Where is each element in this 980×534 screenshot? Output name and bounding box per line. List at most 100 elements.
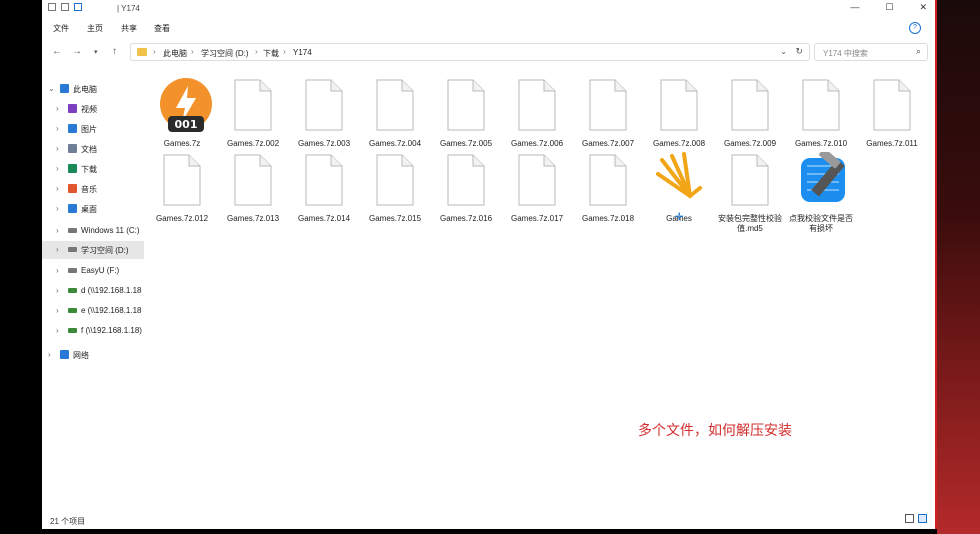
sidebar-item[interactable]: › Windows 11 (C:) xyxy=(42,222,144,240)
file-item[interactable]: Games.7z.011 xyxy=(857,75,927,165)
svg-text:001: 001 xyxy=(175,118,198,131)
chevron-right-icon[interactable]: › xyxy=(56,306,59,315)
file-item[interactable]: Games.7z.013 xyxy=(218,150,288,240)
chevron-down-icon[interactable]: ⌄ xyxy=(48,84,55,93)
chevron-right-icon[interactable]: › xyxy=(56,286,59,295)
chevron-right-icon[interactable]: › xyxy=(56,124,59,133)
sidebar-item-label: 此电脑 xyxy=(73,85,97,94)
drive-icon xyxy=(68,268,77,273)
sidebar-item[interactable]: › e (\\192.168.1.18 xyxy=(42,302,144,320)
breadcrumb-downloads[interactable]: 下载 xyxy=(263,48,279,59)
help-icon[interactable]: ? xyxy=(909,22,921,34)
file-icon xyxy=(588,79,628,131)
sidebar-item[interactable]: › 学习空间 (D:) xyxy=(42,241,144,259)
chevron-right-icon[interactable]: › xyxy=(56,184,59,193)
sidebar-item-label: 网络 xyxy=(73,351,89,360)
sidebar-item[interactable]: › 下载 xyxy=(42,160,144,178)
up-icon[interactable]: ↑ xyxy=(112,46,117,57)
file-item[interactable]: Games.7z.014 xyxy=(289,150,359,240)
menu-home[interactable]: 主页 xyxy=(87,23,103,34)
sidebar-item[interactable]: › f (\\192.168.1.18) xyxy=(42,322,144,340)
view-toggle xyxy=(905,514,927,523)
file-name: Games.7z.018 xyxy=(581,214,635,223)
picture-icon xyxy=(68,124,77,133)
sidebar-item[interactable]: › EasyU (F:) xyxy=(42,262,144,280)
chevron-right-icon[interactable]: › xyxy=(56,204,59,213)
chevron-right-icon[interactable]: › xyxy=(56,144,59,153)
chevron-right-icon[interactable]: › xyxy=(56,245,59,254)
file-icon xyxy=(730,154,770,206)
network-icon xyxy=(60,350,69,359)
file-icon xyxy=(517,154,557,206)
back-icon[interactable]: ← xyxy=(52,46,62,57)
file-name: Games.7z xyxy=(163,139,201,148)
sidebar-item[interactable]: › 文档 xyxy=(42,140,144,158)
file-name: 安装包完整性校验值.md5 xyxy=(718,214,782,233)
file-item[interactable]: Games ✛ xyxy=(644,150,714,240)
desktop-icon xyxy=(68,204,77,213)
breadcrumb-this-pc[interactable]: 此电脑 xyxy=(163,48,187,59)
status-item-count: 21 个项目 xyxy=(50,517,86,526)
file-name: Games.7z.016 xyxy=(439,214,493,223)
chevron-down-icon[interactable]: ⌄ xyxy=(780,47,787,56)
file-item[interactable]: Games.7z.015 xyxy=(360,150,430,240)
search-icon[interactable]: ⌕ xyxy=(916,46,921,57)
chevron-right-icon[interactable]: › xyxy=(56,226,59,235)
file-item[interactable]: 点我校验文件是否有损坏 xyxy=(786,148,856,240)
file-name: Games.7z.009 xyxy=(723,139,777,148)
menu-file[interactable]: 文件 xyxy=(53,23,69,34)
sidebar-item-label: 学习空间 (D:) xyxy=(81,246,129,255)
search-box[interactable]: Y174 中搜索 ⌕ xyxy=(814,43,928,61)
search-input[interactable]: Y174 中搜索 xyxy=(823,48,868,59)
chevron-right-icon[interactable]: › xyxy=(56,266,59,275)
file-item[interactable]: Games.7z.017 xyxy=(502,150,572,240)
file-name: Games.7z.012 xyxy=(155,214,209,223)
sidebar-item[interactable]: ⌄ 此电脑 xyxy=(42,80,144,98)
file-icon xyxy=(233,79,273,131)
sidebar-item[interactable]: › 网络 xyxy=(42,346,144,364)
close-button[interactable]: ✕ xyxy=(919,2,927,13)
chevron-right-icon[interactable]: › xyxy=(56,326,59,335)
sidebar-item-label: d (\\192.168.1.18 xyxy=(81,286,142,295)
menu-view[interactable]: 查看 xyxy=(154,23,170,34)
new-folder-icon[interactable] xyxy=(74,3,82,11)
file-item[interactable]: Games.7z.016 xyxy=(431,150,501,240)
document-icon xyxy=(68,144,77,153)
address-bar[interactable]: › 此电脑 › 学习空间 (D:) › 下载 › Y174 ⌄ ↻ xyxy=(130,43,810,61)
menu-share[interactable]: 共享 xyxy=(121,23,137,34)
mouse-cursor-icon: ✛ xyxy=(675,212,684,223)
file-icon xyxy=(659,79,699,131)
recent-chevron-icon[interactable]: ▾ xyxy=(94,48,98,56)
file-icon xyxy=(304,79,344,131)
drive-icon xyxy=(68,228,77,233)
file-name: Games.7z.013 xyxy=(226,214,280,223)
refresh-icon[interactable]: ↻ xyxy=(795,46,803,57)
sidebar-item[interactable]: › 桌面 xyxy=(42,200,144,218)
minimize-button[interactable]: — xyxy=(850,2,859,13)
sidebar-item[interactable]: › 视频 xyxy=(42,100,144,118)
sidebar-item-label: 视频 xyxy=(81,105,97,114)
file-icon xyxy=(801,79,841,131)
file-icon xyxy=(375,79,415,131)
chevron-right-icon[interactable]: › xyxy=(56,104,59,113)
maximize-button[interactable]: ☐ xyxy=(885,2,893,13)
sidebar-item[interactable]: › 图片 xyxy=(42,120,144,138)
breadcrumb-y174[interactable]: Y174 xyxy=(293,48,312,57)
details-view-icon[interactable] xyxy=(905,514,914,523)
file-item[interactable]: Games.7z.012 xyxy=(147,150,217,240)
properties-icon[interactable] xyxy=(61,3,69,11)
large-icons-view-icon[interactable] xyxy=(918,514,927,523)
file-item[interactable]: Games.7z.018 xyxy=(573,150,643,240)
breadcrumb-drive-d[interactable]: 学习空间 (D:) xyxy=(201,48,249,59)
sidebar-item-label: f (\\192.168.1.18) xyxy=(81,326,142,335)
chevron-right-icon[interactable]: › xyxy=(56,164,59,173)
chevron-right-icon[interactable]: › xyxy=(48,350,51,359)
forward-icon[interactable]: → xyxy=(72,46,82,57)
file-icon xyxy=(446,154,486,206)
sidebar-item[interactable]: › d (\\192.168.1.18 xyxy=(42,282,144,300)
file-item[interactable]: 安装包完整性校验值.md5 xyxy=(715,150,785,240)
sidebar-item[interactable]: › 音乐 xyxy=(42,180,144,198)
folder-icon[interactable] xyxy=(48,3,56,11)
drive-icon xyxy=(68,247,77,252)
music-icon xyxy=(68,184,77,193)
